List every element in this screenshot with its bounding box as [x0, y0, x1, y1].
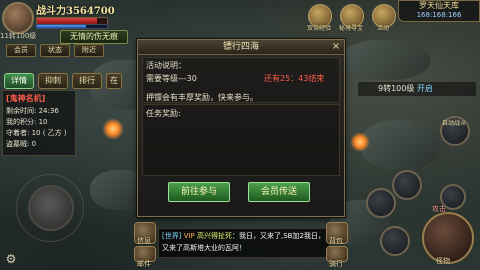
- close-icon[interactable]: ×: [330, 41, 342, 53]
- settings-gear-icon[interactable]: ⚙: [4, 252, 18, 266]
- skill-slot-3[interactable]: [380, 226, 410, 256]
- turn-level-bar[interactable]: 9转100级 开启: [358, 82, 476, 96]
- activity-label: 活动: [376, 25, 389, 32]
- dialog-desc-label: 活动说明：: [146, 61, 186, 70]
- minimap[interactable]: 罗天仙天库 168:168:166: [398, 0, 480, 22]
- task-tab-suppress[interactable]: 抑刺: [38, 73, 68, 89]
- skill-slot-2[interactable]: [392, 170, 422, 200]
- player-avatar[interactable]: [2, 2, 34, 34]
- task-row-thief: 盗墓贼: 0: [6, 140, 37, 148]
- event-dialog: 镖行四海 × 活动说明： 需要等级---30 还有25：43结束 押镖会有丰厚奖…: [137, 39, 345, 217]
- mount-label: 骑行: [329, 260, 343, 268]
- task-row-time: 剩余时间: 24:36: [6, 107, 59, 115]
- treasure-label: 秘境寻宝: [338, 25, 363, 32]
- task-title: [鬼神名机]: [6, 94, 46, 103]
- dialog-time-remaining: 还有25：43结束: [264, 74, 325, 83]
- task-row-score: 我的积分: 10: [6, 118, 48, 126]
- pk-mode-button[interactable]: 无情的伤无痕: [60, 30, 128, 44]
- player-level: 11转100级: [0, 32, 37, 40]
- chat-vip-badge: VIP: [183, 232, 195, 240]
- dialog-hint: 押镖会有丰厚奖励，快来参与。: [146, 93, 258, 102]
- tab-vip[interactable]: 会员: [6, 44, 36, 57]
- joystick[interactable]: [28, 185, 74, 231]
- teleport-button[interactable]: 会员传送: [248, 182, 310, 202]
- scenery-rock: [360, 120, 440, 170]
- scenery-rock: [340, 40, 430, 80]
- map-name: 罗天仙天库: [419, 1, 459, 10]
- join-button[interactable]: 前往参与: [168, 182, 230, 202]
- task-tab-rank[interactable]: 排行: [72, 73, 102, 89]
- combat-power: 战斗力3564700: [36, 6, 115, 17]
- turn-level-text: 9转100级: [378, 84, 415, 93]
- dialog-title: 镖行四海: [138, 40, 344, 55]
- task-tab-more[interactable]: 在: [106, 73, 122, 89]
- chat-channel: [世界]: [162, 232, 182, 240]
- info-label: 信息: [137, 237, 151, 245]
- attack-label: 攻击: [432, 205, 446, 213]
- mail-label: 邮件: [137, 260, 151, 268]
- monster-label: 怪物: [436, 257, 450, 265]
- tab-status[interactable]: 状态: [40, 44, 70, 57]
- torch-fire: [102, 118, 124, 140]
- task-tab-detail[interactable]: 详情: [4, 73, 34, 89]
- dialog-reward-label: 任务奖励:: [146, 109, 181, 118]
- tab-nearby[interactable]: 附近: [74, 44, 104, 57]
- bag-label: 背包: [329, 237, 343, 245]
- skill-slot-1[interactable]: [366, 188, 396, 218]
- mp-bar: [36, 24, 108, 29]
- task-info-panel: [鬼神名机] 剩余时间: 24:36 我的积分: 10 守着者: 10 ( 乙方…: [2, 90, 76, 156]
- map-coordinates: 168:168:166: [416, 11, 462, 19]
- dialog-requirement: 需要等级---30: [146, 74, 197, 83]
- task-row-guard: 守着者: 10 ( 乙方 ): [6, 129, 67, 137]
- turn-level-action[interactable]: 开启: [417, 84, 433, 93]
- double-exp-label: 双倍经验: [306, 25, 331, 32]
- torch-fire: [350, 132, 370, 152]
- auto-battle-label: 自动战斗: [441, 120, 466, 127]
- chat-sender[interactable]: 高兴得扯死: [197, 232, 232, 240]
- chat-box[interactable]: [世界] VIP 高兴得扯死：我日，又来了,SB加2我日，又来了高斯塔大业的瓦阿…: [158, 228, 330, 258]
